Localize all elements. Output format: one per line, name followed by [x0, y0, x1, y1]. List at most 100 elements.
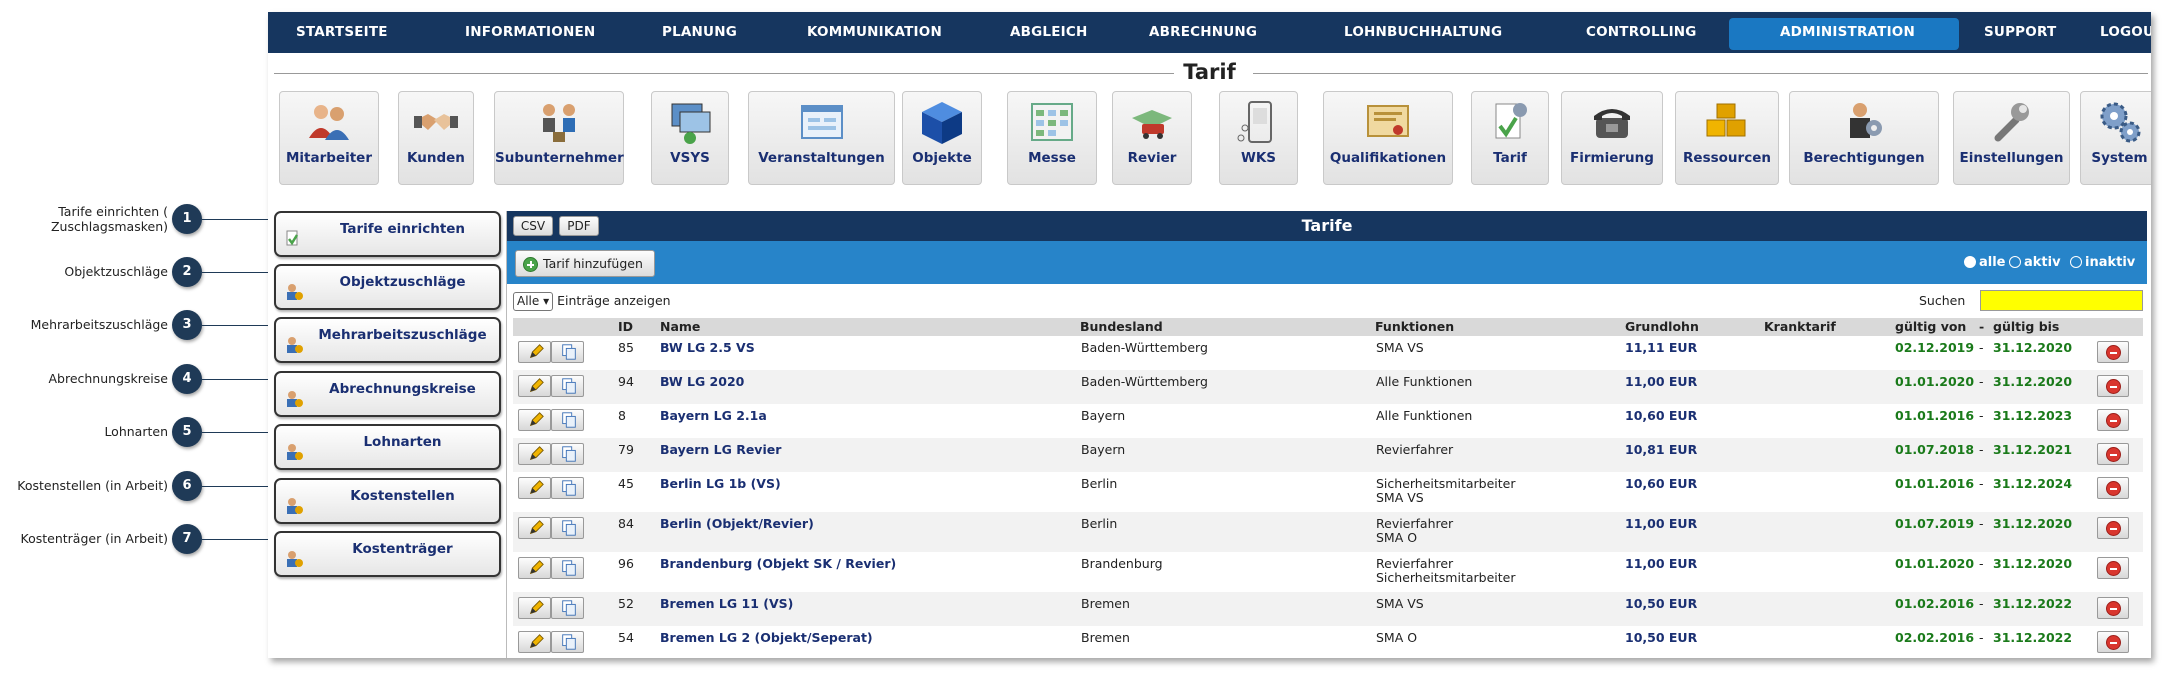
- col-header-gueltig-bis[interactable]: gültig bis: [1993, 318, 2059, 336]
- delete-button[interactable]: [2097, 557, 2129, 579]
- nav-abrechnung[interactable]: ABRECHNUNG: [1149, 12, 1257, 53]
- module-veranstaltungen[interactable]: Veranstaltungen: [748, 91, 895, 185]
- delete-button[interactable]: [2097, 477, 2129, 499]
- nav-startseite[interactable]: STARTSEITE: [296, 12, 388, 53]
- sidebar-item-lohnarten[interactable]: Lohnarten: [274, 424, 501, 470]
- copy-button[interactable]: [551, 631, 584, 653]
- col-header-grundlohn[interactable]: Grundlohn: [1625, 318, 1699, 336]
- col-header-kranktarif[interactable]: Kranktarif: [1764, 318, 1836, 336]
- nav-abgleich[interactable]: ABGLEICH: [1010, 12, 1087, 53]
- id-cell: 52: [618, 596, 634, 611]
- name-cell[interactable]: Berlin (Objekt/Revier): [660, 517, 814, 531]
- nav-lohnbuchhaltung[interactable]: LOHNBUCHHALTUNG: [1344, 12, 1502, 53]
- edit-button[interactable]: [518, 409, 551, 431]
- nav-planung[interactable]: PLANUNG: [662, 12, 737, 53]
- filter-alle[interactable]: alle: [1964, 241, 2006, 284]
- module-revier[interactable]: Revier: [1112, 91, 1192, 185]
- delete-button[interactable]: [2097, 409, 2129, 431]
- edit-button[interactable]: [518, 375, 551, 397]
- copy-button[interactable]: [551, 443, 584, 465]
- length-select[interactable]: Alle ▾: [513, 292, 554, 311]
- copy-button[interactable]: [551, 477, 584, 499]
- sidebar-item-kostenstellen[interactable]: Kostenstellen: [274, 478, 501, 524]
- plus-icon: [523, 257, 538, 272]
- col-header-funktionen[interactable]: Funktionen: [1375, 318, 1454, 336]
- col-header-id[interactable]: ID: [618, 318, 633, 336]
- radio-selected-icon: [1964, 256, 1976, 268]
- delete-button[interactable]: [2097, 517, 2129, 539]
- name-cell[interactable]: BW LG 2.5 VS: [660, 341, 755, 355]
- edit-button[interactable]: [518, 477, 551, 499]
- sidebar-item-abrechnungskreise[interactable]: Abrechnungskreise: [274, 371, 501, 417]
- edit-button[interactable]: [518, 443, 551, 465]
- copy-button[interactable]: [551, 597, 584, 619]
- nav-support[interactable]: SUPPORT: [1984, 12, 2056, 53]
- gueltig-bis-cell: 31.12.2020: [1993, 516, 2073, 531]
- nav-administration[interactable]: ADMINISTRATION: [1780, 12, 1915, 53]
- nav-logout[interactable]: LOGOUT: [2100, 12, 2151, 53]
- filter-inaktiv[interactable]: inaktiv: [2070, 241, 2135, 284]
- name-cell[interactable]: Bayern LG Revier: [660, 443, 781, 457]
- edit-button[interactable]: [518, 517, 551, 539]
- name-cell[interactable]: Bayern LG 2.1a: [660, 409, 767, 423]
- add-tarif-button[interactable]: Tarif hinzufügen: [515, 250, 655, 277]
- funktion-cell: SMA VS: [1376, 596, 1424, 611]
- callout-label: Tarife einrichten ( Zuschlagsmasken): [50, 204, 168, 234]
- sidebar-item-tarife-einrichten[interactable]: Tarife einrichten: [274, 211, 501, 257]
- col-header-gueltig-von[interactable]: gültig von: [1895, 318, 1966, 336]
- copy-button[interactable]: [551, 409, 584, 431]
- edit-button[interactable]: [518, 557, 551, 579]
- name-cell[interactable]: Bremen LG 2 (Objekt/Seperat): [660, 631, 873, 645]
- name-cell[interactable]: Berlin LG 1b (VS): [660, 477, 781, 491]
- name-cell[interactable]: Bremen LG 11 (VS): [660, 597, 793, 611]
- id-cell: 85: [618, 340, 634, 355]
- col-header-name[interactable]: Name: [660, 318, 700, 336]
- module-objekte[interactable]: Objekte: [902, 91, 982, 185]
- module-ressourcen[interactable]: Ressourcen: [1675, 91, 1779, 185]
- module-kunden[interactable]: Kunden: [398, 91, 474, 185]
- delete-icon: [2106, 413, 2121, 428]
- module-einstellungen[interactable]: Einstellungen: [1953, 91, 2070, 185]
- length-control: Alle ▾ Einträge anzeigen: [513, 291, 671, 311]
- search-input[interactable]: [1980, 290, 2143, 311]
- module-messe[interactable]: Messe: [1007, 91, 1097, 185]
- module-tarif[interactable]: Tarif: [1471, 91, 1549, 185]
- delete-button[interactable]: [2097, 443, 2129, 465]
- module-berechtigungen[interactable]: Berechtigungen: [1789, 91, 1939, 185]
- copy-button[interactable]: [551, 517, 584, 539]
- delete-button[interactable]: [2097, 341, 2129, 363]
- delete-button[interactable]: [2097, 375, 2129, 397]
- callout-item: Tarife einrichten ( Zuschlagsmasken) 1: [0, 204, 275, 234]
- edit-button[interactable]: [518, 341, 551, 363]
- pdf-export-button[interactable]: PDF: [559, 216, 599, 236]
- module-qualifikationen[interactable]: Qualifikationen: [1323, 91, 1453, 185]
- table-row: 45 Berlin LG 1b (VS) Berlin 10,60 EUR 01.01.…: [513, 472, 2143, 512]
- module-mitarbeiter[interactable]: Mitarbeiter: [279, 91, 379, 185]
- sidebar-item-objektzuschläge[interactable]: Objektzuschläge: [274, 264, 501, 310]
- module-vsys[interactable]: VSYS: [651, 91, 729, 185]
- name-cell[interactable]: BW LG 2020: [660, 375, 744, 389]
- col-header-bundesland[interactable]: Bundesland: [1080, 318, 1163, 336]
- copy-button[interactable]: [551, 557, 584, 579]
- delete-button[interactable]: [2097, 597, 2129, 619]
- delete-button[interactable]: [2097, 631, 2129, 653]
- edit-button[interactable]: [518, 631, 551, 653]
- nav-kommunikation[interactable]: KOMMUNIKATION: [807, 12, 942, 53]
- module-firmierung[interactable]: Firmierung: [1561, 91, 1663, 185]
- filter-aktiv[interactable]: aktiv: [2009, 241, 2061, 284]
- sidebar-item-mehrarbeitszuschläge[interactable]: Mehrarbeitszuschläge: [274, 317, 501, 363]
- sidebar-item-kostenträger[interactable]: Kostenträger: [274, 531, 501, 577]
- copy-button[interactable]: [551, 375, 584, 397]
- name-cell[interactable]: Brandenburg (Objekt SK / Revier): [660, 557, 896, 571]
- funktion-cell: Revierfahrer: [1376, 556, 1454, 571]
- module-subunternehmer[interactable]: Subunternehmer: [494, 91, 624, 185]
- module-system[interactable]: System: [2080, 91, 2151, 185]
- copy-button[interactable]: [551, 341, 584, 363]
- gueltig-bis-cell: 31.12.2024: [1993, 476, 2073, 491]
- nav-informationen[interactable]: INFORMATIONEN: [465, 12, 595, 53]
- module-wks[interactable]: WKS: [1219, 91, 1298, 185]
- edit-button[interactable]: [518, 597, 551, 619]
- csv-export-button[interactable]: CSV: [513, 216, 553, 236]
- top-navigation: STARTSEITE INFORMATIONEN PLANUNG KOMMUNI…: [268, 12, 2151, 53]
- nav-controlling[interactable]: CONTROLLING: [1586, 12, 1697, 53]
